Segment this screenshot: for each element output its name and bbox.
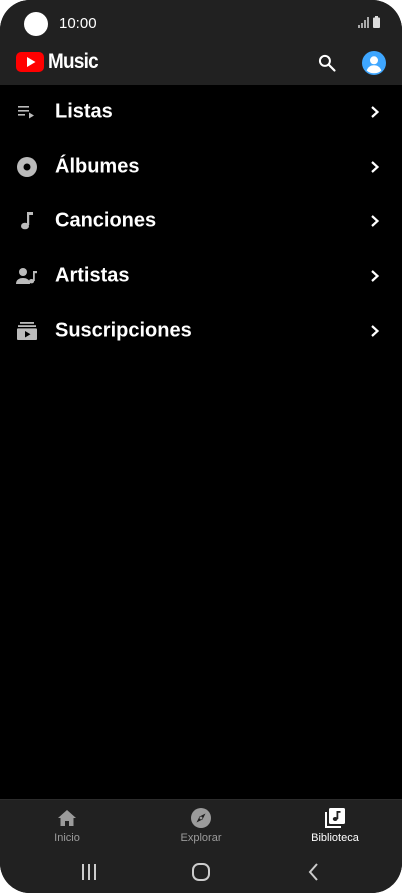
back-icon (308, 863, 318, 881)
nav-label: Biblioteca (311, 832, 359, 844)
artist-icon (15, 264, 39, 288)
music-note-icon (15, 209, 39, 233)
compass-icon (190, 807, 212, 829)
nav-item-biblioteca[interactable]: Biblioteca (268, 800, 402, 851)
search-button[interactable] (314, 50, 340, 76)
system-nav-bar (0, 850, 402, 893)
phone-screen: 10:00 Music Listas Álbumes Canciones Art… (0, 0, 402, 893)
youtube-music-logo[interactable]: Music (16, 50, 104, 74)
chevron-right-icon (368, 269, 382, 283)
library-item-label: Listas (55, 100, 113, 123)
playlist-icon (15, 100, 39, 124)
camera-cutout (24, 12, 48, 36)
app-name: Music (48, 50, 99, 73)
album-icon (15, 155, 39, 179)
library-item-label: Álbumes (55, 155, 140, 178)
account-button[interactable] (361, 50, 387, 76)
status-icons (358, 16, 380, 28)
nav-item-inicio[interactable]: Inicio (0, 800, 134, 851)
signal-icon (358, 17, 369, 28)
library-item-label: Canciones (55, 209, 157, 232)
library-item-suscripciones[interactable]: Suscripciones (0, 303, 402, 358)
battery-icon (373, 16, 380, 28)
library-item-label: Suscripciones (55, 319, 192, 342)
library-icon (324, 807, 346, 829)
home-button[interactable] (187, 858, 215, 886)
chevron-right-icon (368, 105, 382, 119)
library-item-albumes[interactable]: Álbumes (0, 140, 402, 195)
back-button[interactable] (300, 858, 328, 886)
account-icon (362, 51, 386, 75)
status-time: 10:00 (59, 15, 97, 32)
library-item-artistas[interactable]: Artistas (0, 249, 402, 304)
nav-item-explorar[interactable]: Explorar (134, 800, 268, 851)
subscriptions-icon (15, 319, 39, 343)
library-list: Listas Álbumes Canciones Artistas Suscri… (0, 85, 402, 358)
library-item-listas[interactable]: Listas (0, 85, 402, 140)
library-item-label: Artistas (55, 264, 130, 287)
home-icon (56, 807, 78, 829)
recents-button[interactable] (75, 858, 103, 886)
youtube-play-icon (16, 52, 44, 72)
app-header: Music (0, 46, 402, 85)
bottom-nav: Inicio Explorar Biblioteca (0, 799, 402, 851)
search-icon (318, 54, 336, 72)
recents-icon (82, 864, 96, 880)
library-item-canciones[interactable]: Canciones (0, 194, 402, 249)
status-bar: 10:00 (0, 0, 402, 46)
chevron-right-icon (368, 324, 382, 338)
home-circle-icon (192, 863, 210, 881)
nav-label: Explorar (180, 832, 222, 844)
chevron-right-icon (368, 214, 382, 228)
nav-label: Inicio (54, 832, 80, 844)
chevron-right-icon (368, 160, 382, 174)
